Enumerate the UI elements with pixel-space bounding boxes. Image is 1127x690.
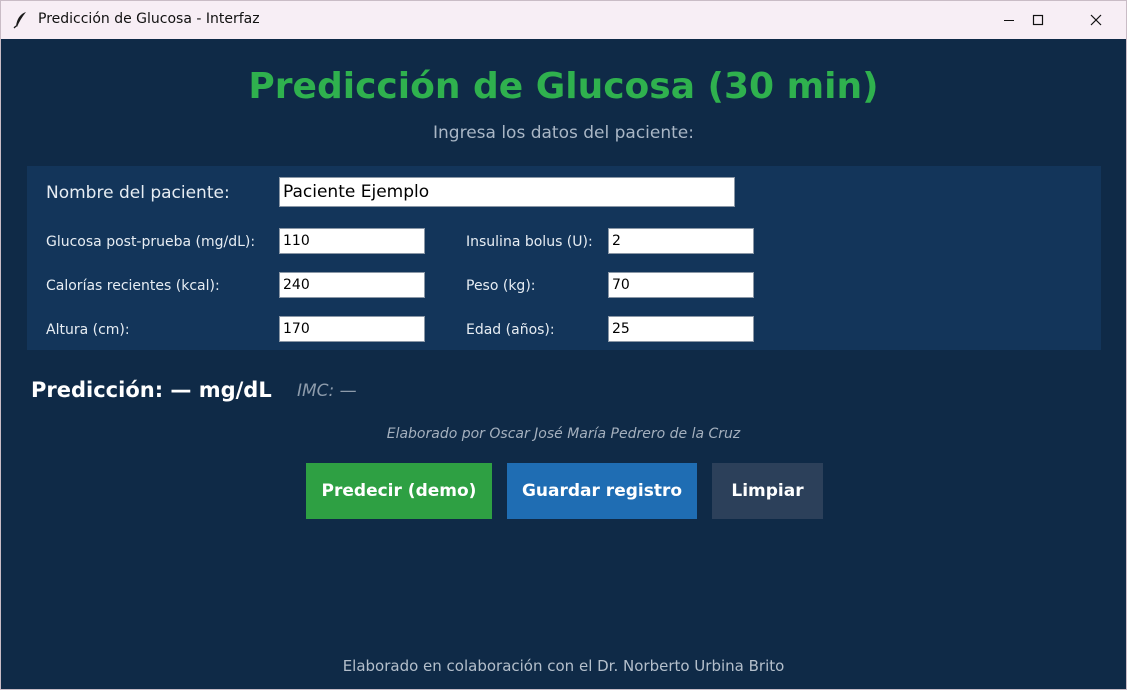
edad-label: Edad (años): <box>466 322 555 338</box>
page-title: Predicción de Glucosa (30 min) <box>248 66 879 107</box>
insulina-label: Insulina bolus (U): <box>466 234 593 250</box>
nombre-label: Nombre del paciente: <box>46 183 230 203</box>
insulina-input[interactable]: 2 <box>608 228 754 254</box>
calorias-input[interactable]: 240 <box>279 272 425 298</box>
prediction-result: Predicción: — mg/dL <box>31 378 272 402</box>
close-button[interactable] <box>1067 1 1125 39</box>
nombre-input[interactable]: Paciente Ejemplo <box>279 177 735 207</box>
close-icon <box>1090 14 1102 26</box>
edad-input[interactable]: 25 <box>608 316 754 342</box>
feather-icon <box>13 11 29 29</box>
altura-input[interactable]: 170 <box>279 316 425 342</box>
peso-label: Peso (kg): <box>466 278 536 294</box>
imc-result: IMC: — <box>297 381 357 401</box>
maximize-icon <box>1032 14 1044 26</box>
title-bar[interactable]: Predicción de Glucosa - Interfaz <box>1 1 1126 39</box>
maximize-button[interactable] <box>1009 1 1067 39</box>
app-window: Predicción de Glucosa - Interfaz Predicc… <box>0 0 1127 690</box>
footer-credit: Elaborado en colaboración con el Dr. Nor… <box>342 657 785 675</box>
main-content: Predicción de Glucosa (30 min) Ingresa l… <box>1 39 1126 689</box>
save-button[interactable]: Guardar registro <box>507 463 697 519</box>
peso-input[interactable]: 70 <box>608 272 754 298</box>
page-subtitle: Ingresa los datos del paciente: <box>433 123 694 143</box>
predict-button[interactable]: Predecir (demo) <box>306 463 492 519</box>
clear-button[interactable]: Limpiar <box>712 463 823 519</box>
window-title: Predicción de Glucosa - Interfaz <box>38 11 260 27</box>
glucosa-input[interactable]: 110 <box>279 228 425 254</box>
altura-label: Altura (cm): <box>46 322 130 338</box>
author-credit: Elaborado por Oscar José María Pedrero d… <box>386 426 741 442</box>
patient-form: Nombre del paciente: Paciente Ejemplo Gl… <box>27 166 1101 350</box>
calorias-label: Calorías recientes (kcal): <box>46 278 220 294</box>
glucosa-label: Glucosa post-prueba (mg/dL): <box>46 234 256 250</box>
